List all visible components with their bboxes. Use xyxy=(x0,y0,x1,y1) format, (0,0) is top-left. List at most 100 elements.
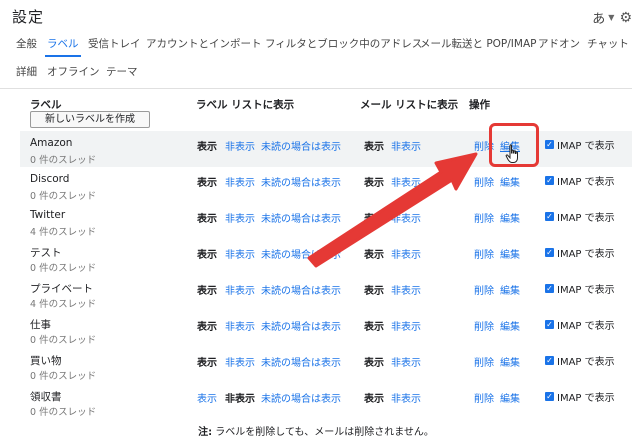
message-list-show-option: 表示 xyxy=(364,322,384,333)
tab-chat[interactable]: チャット xyxy=(587,36,629,51)
label-list-hide-link[interactable]: 非表示 xyxy=(225,210,255,225)
label-list-show-if-unread-link[interactable]: 未読の場合は表示 xyxy=(261,174,341,189)
delete-label-link[interactable]: 削除 xyxy=(474,318,494,333)
checkbox-checked-icon[interactable]: ✓ xyxy=(545,248,554,257)
message-list-hide-link[interactable]: 非表示 xyxy=(391,174,421,189)
footer-note-prefix: 注: xyxy=(198,427,213,438)
imap-label: IMAP で表示 xyxy=(557,213,615,224)
label-list-show-link[interactable]: 表示 xyxy=(197,390,217,405)
label-name: 買い物 xyxy=(30,355,62,367)
checkbox-checked-icon[interactable]: ✓ xyxy=(545,392,554,401)
checkbox-checked-icon[interactable]: ✓ xyxy=(545,284,554,293)
input-mode-indicator[interactable]: あ xyxy=(592,8,605,27)
delete-label-link[interactable]: 削除 xyxy=(474,246,494,261)
edit-label-link[interactable]: 編集 xyxy=(500,354,520,369)
imap-toggle[interactable]: ✓ IMAP で表示 xyxy=(545,353,615,368)
delete-label-link[interactable]: 削除 xyxy=(474,174,494,189)
label-name: Amazon xyxy=(30,137,73,149)
tab-general[interactable]: 全般 xyxy=(16,36,37,51)
label-list-show-option: 表示 xyxy=(197,358,217,369)
thread-count: 0 件のスレッド xyxy=(30,371,97,382)
imap-label: IMAP で表示 xyxy=(557,321,615,332)
message-list-hide-link[interactable]: 非表示 xyxy=(391,318,421,333)
label-list-show-if-unread-link[interactable]: 未読の場合は表示 xyxy=(261,210,341,225)
thread-count: 0 件のスレッド xyxy=(30,407,97,418)
tab-filters[interactable]: フィルタとブロック中のアドレス xyxy=(265,36,422,51)
thread-count: 4 件のスレッド xyxy=(30,227,97,238)
imap-toggle[interactable]: ✓ IMAP で表示 xyxy=(545,209,615,224)
message-list-hide-link[interactable]: 非表示 xyxy=(391,246,421,261)
tab-forwarding-pop-imap[interactable]: メール転送と POP/IMAP xyxy=(420,36,536,51)
footer-note-text: ラベルを削除しても、メールは削除されません。 xyxy=(212,427,434,438)
edit-label-link[interactable]: 編集 xyxy=(500,174,520,189)
label-list-hide-link[interactable]: 非表示 xyxy=(225,246,255,261)
tab-labels[interactable]: ラベル xyxy=(45,36,80,57)
top-right-controls: あ ▼ ⚙ xyxy=(592,8,632,28)
label-list-hide-link[interactable]: 非表示 xyxy=(225,354,255,369)
message-list-hide-link[interactable]: 非表示 xyxy=(391,282,421,297)
delete-label-link[interactable]: 削除 xyxy=(474,390,494,405)
message-list-show-option: 表示 xyxy=(364,142,384,153)
thread-count: 0 件のスレッド xyxy=(30,263,97,274)
checkbox-checked-icon[interactable]: ✓ xyxy=(545,356,554,365)
label-row-twitter: Twitter 4 件のスレッド 表示 非表示 未読の場合は表示 表示 非表示 … xyxy=(20,203,632,239)
edit-label-link[interactable]: 編集 xyxy=(500,390,520,405)
checkbox-checked-icon[interactable]: ✓ xyxy=(545,212,554,221)
label-list-hide-link[interactable]: 非表示 xyxy=(225,282,255,297)
message-list-hide-link[interactable]: 非表示 xyxy=(391,390,421,405)
tab-themes[interactable]: テーマ xyxy=(106,64,138,79)
label-row-test: テスト 0 件のスレッド 表示 非表示 未読の場合は表示 表示 非表示 削除 編… xyxy=(20,239,632,275)
checkbox-checked-icon[interactable]: ✓ xyxy=(545,320,554,329)
imap-toggle[interactable]: ✓ IMAP で表示 xyxy=(545,317,615,332)
gear-icon[interactable]: ⚙ xyxy=(619,10,632,26)
thread-count: 0 件のスレッド xyxy=(30,335,97,346)
column-header-actions: 操作 xyxy=(469,99,490,111)
label-row-private: プライベート 4 件のスレッド 表示 非表示 未読の場合は表示 表示 非表示 削… xyxy=(20,275,632,311)
message-list-hide-link[interactable]: 非表示 xyxy=(391,354,421,369)
imap-toggle[interactable]: ✓ IMAP で表示 xyxy=(545,137,615,152)
tab-addons[interactable]: アドオン xyxy=(538,36,580,51)
label-name: Twitter xyxy=(30,209,66,221)
edit-label-link[interactable]: 編集 xyxy=(500,318,520,333)
imap-toggle[interactable]: ✓ IMAP で表示 xyxy=(545,389,615,404)
message-list-show-option: 表示 xyxy=(364,250,384,261)
delete-label-link[interactable]: 削除 xyxy=(474,210,494,225)
label-list-show-if-unread-link[interactable]: 未読の場合は表示 xyxy=(261,246,341,261)
edit-label-link[interactable]: 編集 xyxy=(500,282,520,297)
create-label-button[interactable]: 新しいラベルを作成 xyxy=(30,111,150,128)
imap-label: IMAP で表示 xyxy=(557,393,615,404)
imap-toggle[interactable]: ✓ IMAP で表示 xyxy=(545,281,615,296)
message-list-show-option: 表示 xyxy=(364,358,384,369)
message-list-hide-link[interactable]: 非表示 xyxy=(391,138,421,153)
tab-accounts-import[interactable]: アカウントとインポート xyxy=(146,36,262,51)
label-list-show-option: 表示 xyxy=(197,286,217,297)
edit-label-link[interactable]: 編集 xyxy=(500,246,520,261)
checkbox-checked-icon[interactable]: ✓ xyxy=(545,176,554,185)
edit-label-link[interactable]: 編集 xyxy=(500,210,520,225)
tab-advanced[interactable]: 詳細 xyxy=(16,64,37,79)
label-list-show-option: 表示 xyxy=(197,178,217,189)
delete-label-link[interactable]: 削除 xyxy=(474,282,494,297)
chevron-down-icon[interactable]: ▼ xyxy=(608,13,614,22)
label-row-work: 仕事 0 件のスレッド 表示 非表示 未読の場合は表示 表示 非表示 削除 編集… xyxy=(20,311,632,347)
imap-toggle[interactable]: ✓ IMAP で表示 xyxy=(545,173,615,188)
label-list-show-if-unread-link[interactable]: 未読の場合は表示 xyxy=(261,282,341,297)
message-list-show-option: 表示 xyxy=(364,178,384,189)
tab-inbox[interactable]: 受信トレイ xyxy=(88,36,141,51)
imap-label: IMAP で表示 xyxy=(557,285,615,296)
label-list-hide-link[interactable]: 非表示 xyxy=(225,138,255,153)
label-list-hide-link[interactable]: 非表示 xyxy=(225,318,255,333)
label-list-show-if-unread-link[interactable]: 未読の場合は表示 xyxy=(261,138,341,153)
column-header-label: ラベル xyxy=(30,99,62,111)
label-list-show-if-unread-link[interactable]: 未読の場合は表示 xyxy=(261,354,341,369)
label-row-shopping: 買い物 0 件のスレッド 表示 非表示 未読の場合は表示 表示 非表示 削除 編… xyxy=(20,347,632,383)
label-list-hide-link[interactable]: 非表示 xyxy=(225,174,255,189)
message-list-hide-link[interactable]: 非表示 xyxy=(391,210,421,225)
checkbox-checked-icon[interactable]: ✓ xyxy=(545,140,554,149)
delete-label-link[interactable]: 削除 xyxy=(474,354,494,369)
label-list-show-if-unread-link[interactable]: 未読の場合は表示 xyxy=(261,390,341,405)
tab-offline[interactable]: オフライン xyxy=(47,64,100,79)
imap-toggle[interactable]: ✓ IMAP で表示 xyxy=(545,245,615,260)
top-bar: 設定 あ ▼ ⚙ xyxy=(0,0,632,30)
label-list-show-if-unread-link[interactable]: 未読の場合は表示 xyxy=(261,318,341,333)
